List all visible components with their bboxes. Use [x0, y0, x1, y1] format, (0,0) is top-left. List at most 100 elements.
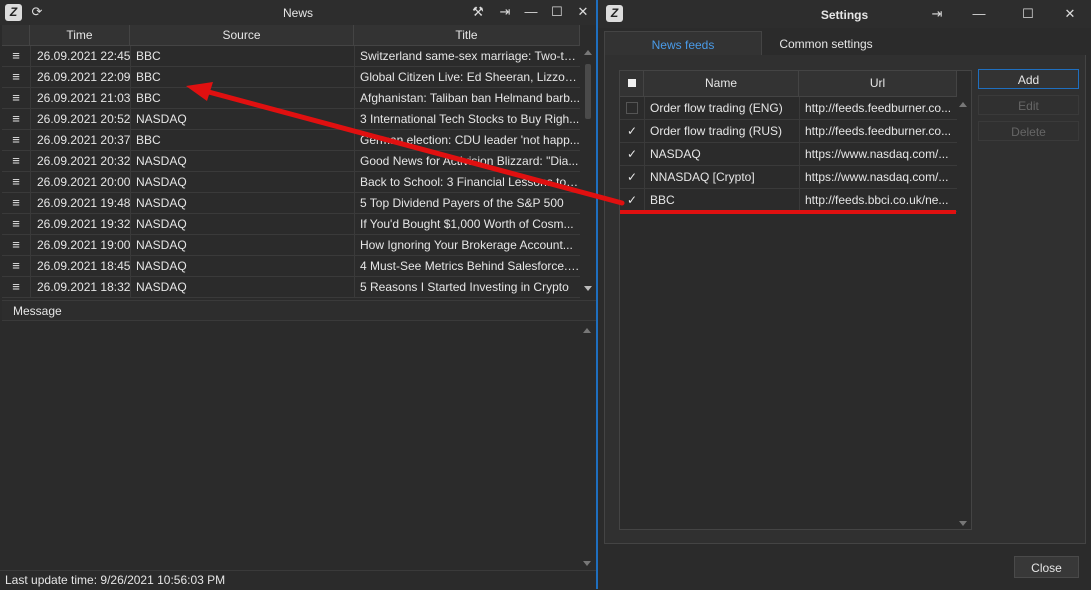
message-area[interactable] — [2, 322, 582, 570]
news-title-cell: How Ignoring Your Brokerage Account... — [354, 235, 580, 255]
feed-row[interactable]: Order flow trading (ENG) http://feeds.fee… — [620, 97, 957, 120]
close-button[interactable]: Close — [1014, 556, 1079, 578]
checkmark-icon[interactable]: ✓ — [620, 143, 644, 165]
feed-row[interactable]: ✓ BBC http://feeds.bbci.co.uk/ne... — [620, 189, 957, 212]
feed-url-cell: https://www.nasdaq.com/... — [799, 143, 957, 165]
settings-tabs: News feeds Common settings — [604, 31, 1086, 56]
news-row[interactable]: ≡ 26.09.2021 22:09 BBC Global Citizen Live:… — [2, 67, 580, 88]
news-title-cell: 4 Must-See Metrics Behind Salesforce.c..… — [354, 256, 580, 276]
rss-icon: ≡ — [12, 90, 20, 105]
scroll-down-arrow-icon[interactable] — [959, 521, 967, 526]
add-feed-button[interactable]: Add — [978, 69, 1079, 89]
news-title-cell: German election: CDU leader 'not happ... — [354, 130, 580, 150]
news-time-cell: 26.09.2021 22:45 — [30, 46, 130, 66]
rss-icon: ≡ — [12, 69, 20, 84]
news-row[interactable]: ≡ 26.09.2021 19:32 NASDAQ If You'd Bought $… — [2, 214, 580, 235]
message-scrollbar[interactable] — [580, 322, 594, 570]
feed-url-cell: http://feeds.bbci.co.uk/ne... — [799, 189, 957, 211]
maximize-icon[interactable]: ☐ — [1019, 5, 1037, 23]
news-row[interactable]: ≡ 26.09.2021 20:32 NASDAQ Good News for Act… — [2, 151, 580, 172]
news-time-cell: 26.09.2021 19:48 — [30, 193, 130, 213]
feeds-grid-header: Name Url — [620, 71, 957, 97]
news-row[interactable]: ≡ 26.09.2021 18:32 NASDAQ 5 Reasons I Start… — [2, 277, 580, 298]
news-grid-header: Time Source Title — [2, 25, 580, 46]
news-time-cell: 26.09.2021 20:32 — [30, 151, 130, 171]
scroll-down-arrow-icon[interactable] — [583, 561, 591, 566]
minimize-icon[interactable]: — — [522, 3, 540, 21]
source-column-header[interactable]: Source — [130, 25, 354, 45]
news-time-cell: 26.09.2021 19:32 — [30, 214, 130, 234]
pin-icon[interactable]: ⇥ — [928, 5, 946, 23]
news-source-cell: NASDAQ — [130, 277, 354, 297]
news-title-cell: Back to School: 3 Financial Lessons to T… — [354, 172, 580, 192]
news-title-cell: Switzerland same-sex marriage: Two-th... — [354, 46, 580, 66]
maximize-icon[interactable]: ☐ — [548, 3, 566, 21]
select-all-checkbox[interactable] — [620, 71, 644, 96]
feed-name-cell: Order flow trading (ENG) — [644, 97, 799, 119]
news-row[interactable]: ≡ 26.09.2021 20:52 NASDAQ 3 International T… — [2, 109, 580, 130]
scroll-up-arrow-icon[interactable] — [583, 328, 591, 333]
select-all-box[interactable] — [628, 79, 636, 87]
settings-titlebar: Z Settings ⇥ — ☐ ✕ — [598, 0, 1091, 28]
rss-icon: ≡ — [12, 153, 20, 168]
feed-name-cell: BBC — [644, 189, 799, 211]
feeds-grid: Name Url Order flow trading (ENG) http://… — [619, 70, 972, 530]
checkmark-icon[interactable]: ✓ — [620, 166, 644, 188]
scroll-up-arrow-icon[interactable] — [959, 102, 967, 107]
feeds-scrollbar[interactable] — [956, 97, 971, 529]
scroll-up-arrow-icon[interactable] — [584, 50, 592, 55]
tab-news-feeds[interactable]: News feeds — [604, 31, 762, 55]
rss-icon: ≡ — [12, 279, 20, 294]
news-title-cell: 5 Reasons I Started Investing in Crypto — [354, 277, 580, 297]
pin-icon[interactable]: ⇥ — [496, 3, 514, 21]
rss-icon: ≡ — [12, 48, 20, 63]
close-icon[interactable]: ✕ — [574, 3, 592, 21]
news-row[interactable]: ≡ 26.09.2021 18:45 NASDAQ 4 Must-See Metric… — [2, 256, 580, 277]
news-scrollbar[interactable] — [580, 46, 596, 297]
rss-icon: ≡ — [12, 132, 20, 147]
tools-icon[interactable]: ⚒ — [469, 3, 487, 21]
news-title-cell: Afghanistan: Taliban ban Helmand barb... — [354, 88, 580, 108]
news-row[interactable]: ≡ 26.09.2021 20:00 NASDAQ Back to School: 3… — [2, 172, 580, 193]
checkmark-icon[interactable]: ✓ — [620, 120, 644, 142]
feed-name-cell: Order flow trading (RUS) — [644, 120, 799, 142]
close-icon[interactable]: ✕ — [1061, 5, 1079, 23]
feed-row[interactable]: ✓ NNASDAQ [Crypto] https://www.nasdaq.com/… — [620, 166, 957, 189]
rss-icon: ≡ — [12, 258, 20, 273]
feed-url-cell: http://feeds.feedburner.co... — [799, 97, 957, 119]
news-source-cell: NASDAQ — [130, 109, 354, 129]
news-source-cell: NASDAQ — [130, 172, 354, 192]
news-source-cell: BBC — [130, 46, 354, 66]
settings-window-title: Settings — [820, 8, 869, 22]
feed-row[interactable]: ✓ NASDAQ https://www.nasdaq.com/... — [620, 143, 957, 166]
url-column-header[interactable]: Url — [799, 71, 957, 96]
tab-common-settings[interactable]: Common settings — [764, 31, 888, 55]
message-label: Message — [2, 300, 596, 321]
news-row[interactable]: ≡ 26.09.2021 22:45 BBC Switzerland same-sex… — [2, 46, 580, 67]
checkmark-icon[interactable]: ✓ — [620, 189, 644, 211]
delete-feed-button[interactable]: Delete — [978, 121, 1079, 141]
news-row[interactable]: ≡ 26.09.2021 21:03 BBC Afghanistan: Taliban… — [2, 88, 580, 109]
news-row[interactable]: ≡ 26.09.2021 19:48 NASDAQ 5 Top Dividend Pa… — [2, 193, 580, 214]
news-title-cell: Global Citizen Live: Ed Sheeran, Lizzo a… — [354, 67, 580, 87]
news-row[interactable]: ≡ 26.09.2021 19:00 NASDAQ How Ignoring Your… — [2, 235, 580, 256]
news-time-cell: 26.09.2021 20:52 — [30, 109, 130, 129]
rss-icon: ≡ — [12, 111, 20, 126]
scroll-down-arrow-icon[interactable] — [584, 286, 592, 291]
feed-checkbox[interactable] — [620, 97, 644, 119]
news-time-cell: 26.09.2021 21:03 — [30, 88, 130, 108]
title-column-header[interactable]: Title — [354, 25, 580, 45]
rss-icon: ≡ — [12, 237, 20, 252]
minimize-icon[interactable]: — — [970, 5, 988, 23]
scroll-thumb[interactable] — [585, 64, 591, 119]
news-title-cell: 5 Top Dividend Payers of the S&P 500 — [354, 193, 580, 213]
news-time-cell: 26.09.2021 18:32 — [30, 277, 130, 297]
edit-feed-button[interactable]: Edit — [978, 95, 1079, 115]
name-column-header[interactable]: Name — [644, 71, 799, 96]
time-column-header[interactable]: Time — [30, 25, 130, 45]
feed-row[interactable]: ✓ Order flow trading (RUS) http://feeds.fe… — [620, 120, 957, 143]
news-row[interactable]: ≡ 26.09.2021 20:37 BBC German election: CDU… — [2, 130, 580, 151]
news-source-cell: NASDAQ — [130, 235, 354, 255]
news-source-cell: BBC — [130, 67, 354, 87]
feed-url-cell: http://feeds.feedburner.co... — [799, 120, 957, 142]
